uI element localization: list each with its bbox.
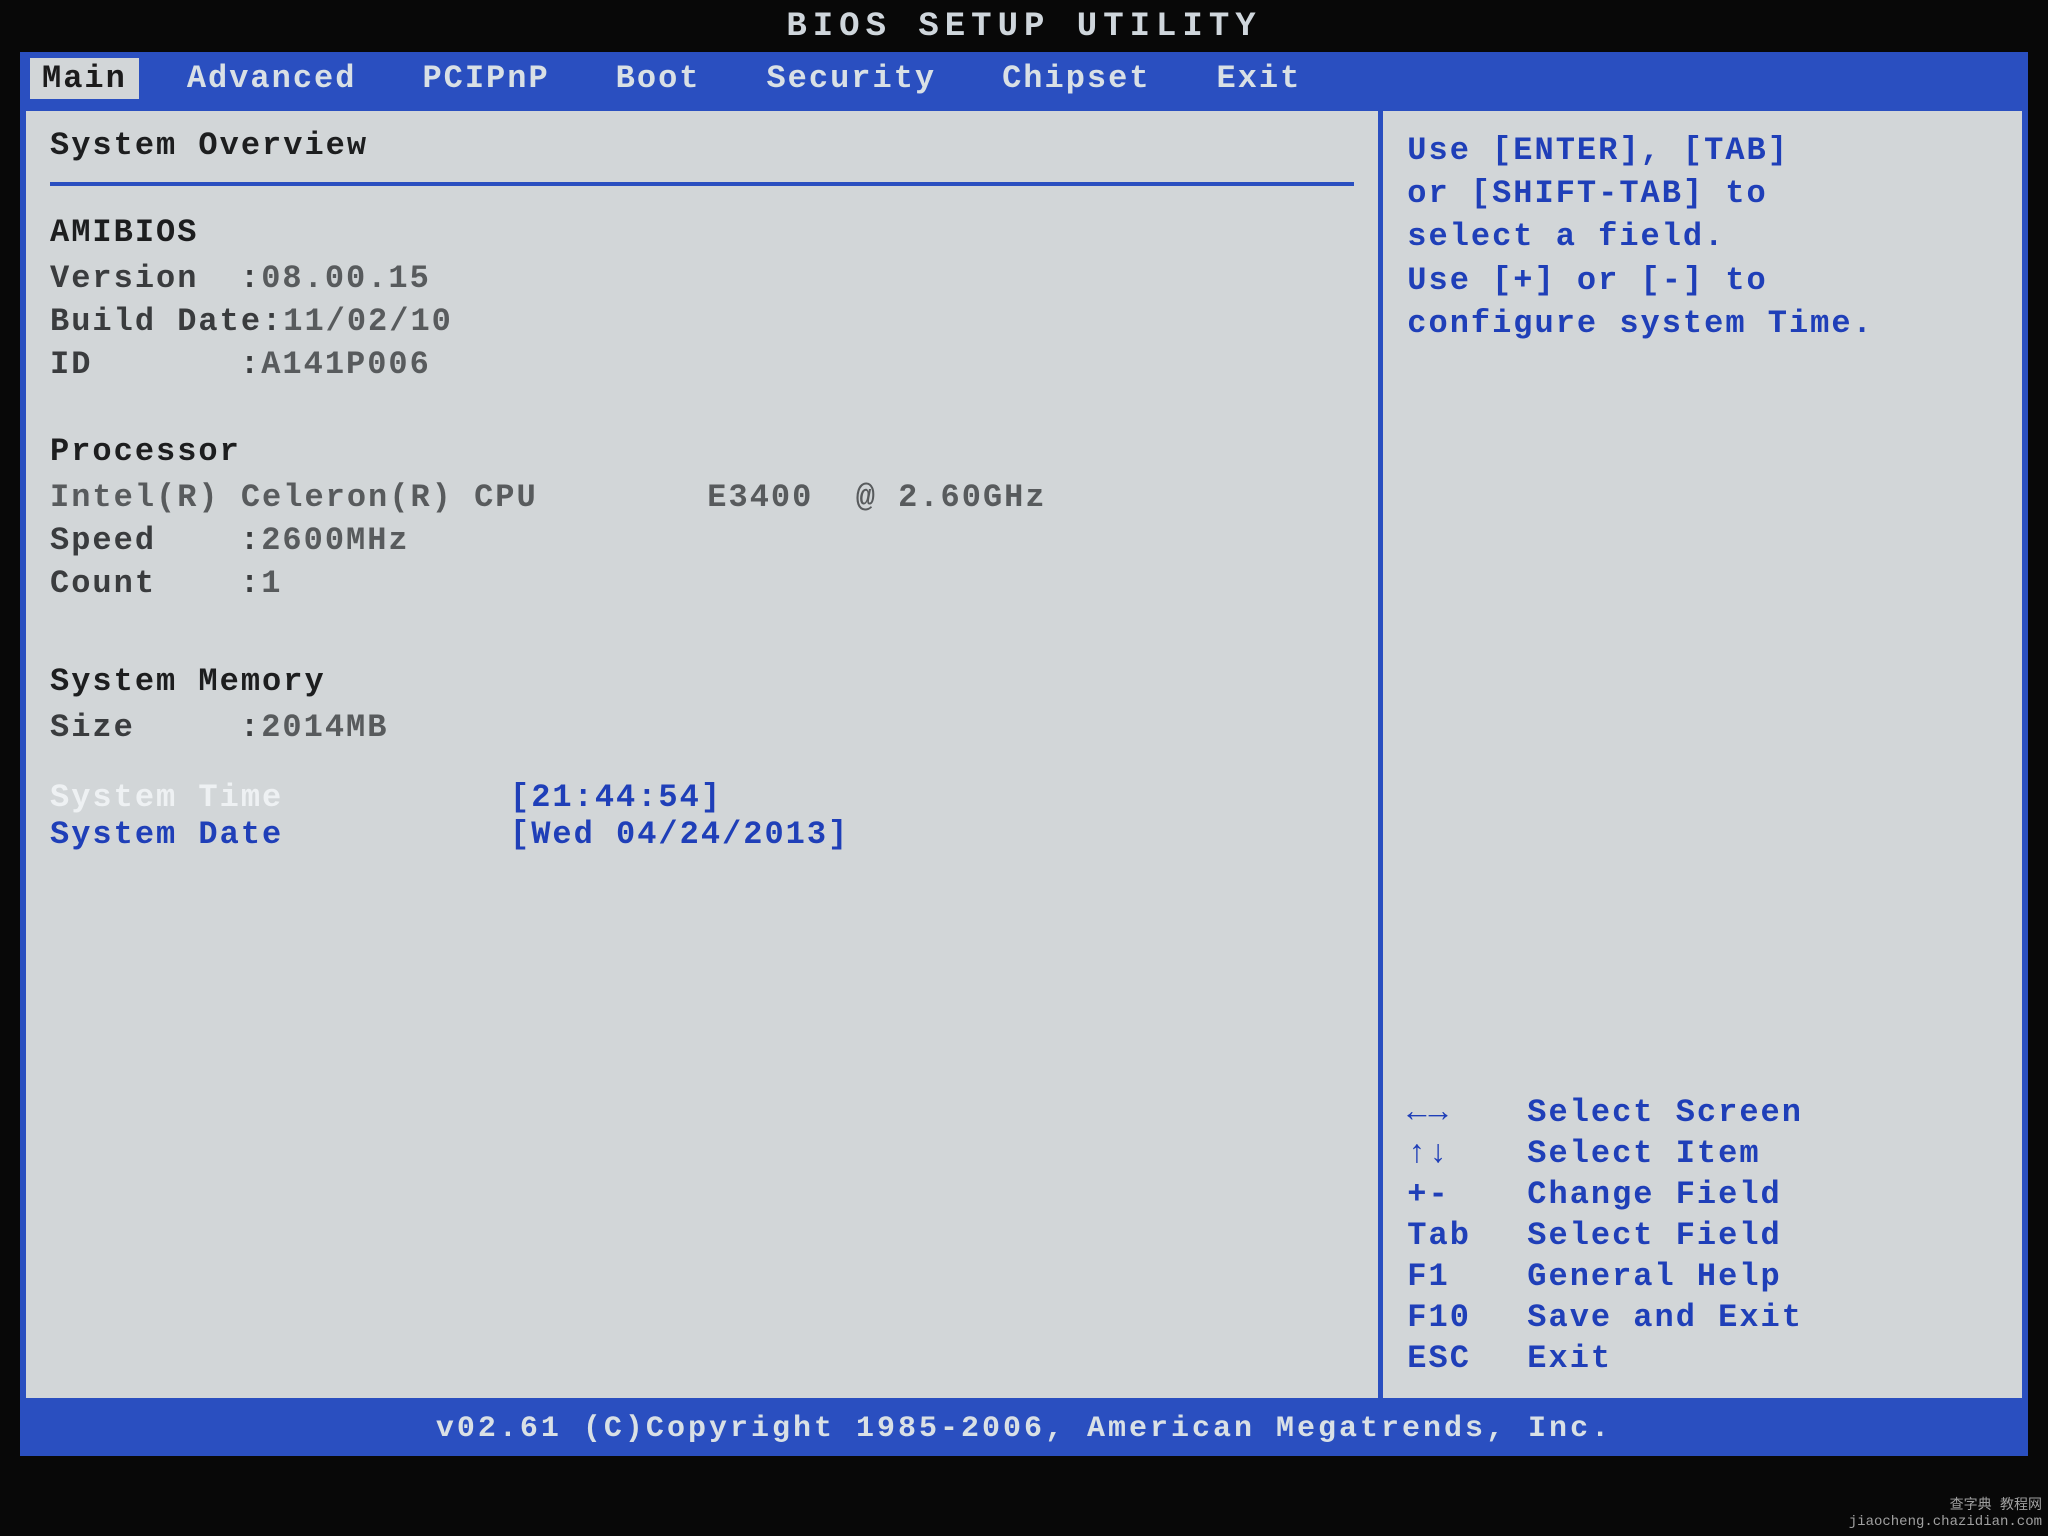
watermark: 查字典 教程网 jiaocheng.chazidian.com <box>1849 1499 2042 1530</box>
menu-tab-advanced[interactable]: Advanced <box>169 58 375 99</box>
help-key-row: ESC Exit <box>1407 1339 1998 1380</box>
help-key: ESC <box>1407 1339 1527 1380</box>
menu-tab-security[interactable]: Security <box>748 58 954 99</box>
memory-size-row: Size : 2014MB <box>50 706 1354 749</box>
divider <box>50 182 1354 186</box>
help-key: F10 <box>1407 1298 1527 1339</box>
processor-count-value: 1 <box>261 562 282 605</box>
bios-screen: BIOS SETUP UTILITY Main Advanced PCIPnP … <box>20 0 2028 1456</box>
processor-speed-row: Speed : 2600MHz <box>50 519 1354 562</box>
processor-name: Intel(R) Celeron(R) CPU E3400 @ 2.60GHz <box>50 476 1354 519</box>
menu-tab-exit[interactable]: Exit <box>1199 58 1320 99</box>
help-line: Use [+] or [-] to <box>1407 259 1998 302</box>
amibios-version-label: Version <box>50 257 240 300</box>
footer-copyright: v02.61 (C)Copyright 1985-2006, American … <box>20 1404 2028 1456</box>
system-time-label: System Time <box>50 779 510 816</box>
system-time-value[interactable]: [21:44:54] <box>510 779 722 816</box>
help-key-row: ←→ Select Screen <box>1407 1093 1998 1134</box>
processor-count-row: Count : 1 <box>50 562 1354 605</box>
section-title: System Overview <box>50 127 1354 164</box>
system-date-row[interactable]: System Date [Wed 04/24/2013] <box>50 816 1354 853</box>
memory-size-label: Size <box>50 706 240 749</box>
menu-tab-pcipnp[interactable]: PCIPnP <box>404 58 567 99</box>
processor-count-label: Count <box>50 562 240 605</box>
help-line: Use [ENTER], [TAB] <box>1407 129 1998 172</box>
processor-speed-label: Speed <box>50 519 240 562</box>
amibios-builddate-value: 11/02/10 <box>283 300 453 343</box>
help-key-row: +- Change Field <box>1407 1175 1998 1216</box>
help-key: ←→ <box>1407 1093 1527 1134</box>
help-line: or [SHIFT-TAB] to <box>1407 172 1998 215</box>
help-key-row: Tab Select Field <box>1407 1216 1998 1257</box>
help-key: +- <box>1407 1175 1527 1216</box>
watermark-line: 查字典 教程网 <box>1849 1499 2042 1514</box>
menu-tab-main[interactable]: Main <box>30 58 139 99</box>
memory-size-value: 2014MB <box>261 706 388 749</box>
menu-tab-chipset[interactable]: Chipset <box>984 58 1168 99</box>
help-keys: ←→ Select Screen ↑↓ Select Item +- Chang… <box>1407 1093 1998 1380</box>
menu-bar: Main Advanced PCIPnP Boot Security Chips… <box>20 52 2028 105</box>
amibios-id-label: ID <box>50 343 240 386</box>
help-key-row: ↑↓ Select Item <box>1407 1134 1998 1175</box>
help-key-desc: Select Field <box>1527 1216 1781 1257</box>
help-key-desc: Select Item <box>1527 1134 1760 1175</box>
amibios-id-row: ID : A141P006 <box>50 343 1354 386</box>
system-date-value[interactable]: [Wed 04/24/2013] <box>510 816 849 853</box>
amibios-builddate-row: Build Date : 11/02/10 <box>50 300 1354 343</box>
content-area: System Overview AMIBIOS Version : 08.00.… <box>20 105 2028 1404</box>
help-key-row: F10 Save and Exit <box>1407 1298 1998 1339</box>
system-time-row[interactable]: System Time [21:44:54] <box>50 779 1354 816</box>
processor-speed-value: 2600MHz <box>261 519 409 562</box>
amibios-builddate-label: Build Date <box>50 300 262 343</box>
processor-heading: Processor <box>50 433 1354 470</box>
help-key: F1 <box>1407 1257 1527 1298</box>
help-pane: Use [ENTER], [TAB] or [SHIFT-TAB] to sel… <box>1383 111 2022 1398</box>
menu-tab-boot[interactable]: Boot <box>598 58 719 99</box>
system-date-label: System Date <box>50 816 510 853</box>
window-title: BIOS SETUP UTILITY <box>20 0 2028 52</box>
memory-heading: System Memory <box>50 663 1354 700</box>
amibios-version-row: Version : 08.00.15 <box>50 257 1354 300</box>
help-key-desc: Select Screen <box>1527 1093 1803 1134</box>
help-key-desc: Change Field <box>1527 1175 1781 1216</box>
help-line: configure system Time. <box>1407 302 1998 345</box>
amibios-version-value: 08.00.15 <box>261 257 431 300</box>
help-key-desc: Save and Exit <box>1527 1298 1803 1339</box>
help-key: Tab <box>1407 1216 1527 1257</box>
help-key-row: F1 General Help <box>1407 1257 1998 1298</box>
help-text: Use [ENTER], [TAB] or [SHIFT-TAB] to sel… <box>1407 129 1998 345</box>
help-key-desc: General Help <box>1527 1257 1781 1298</box>
help-line: select a field. <box>1407 215 1998 258</box>
help-key-desc: Exit <box>1527 1339 1612 1380</box>
main-pane: System Overview AMIBIOS Version : 08.00.… <box>26 111 1383 1398</box>
watermark-line: jiaocheng.chazidian.com <box>1849 1515 2042 1530</box>
help-key: ↑↓ <box>1407 1134 1527 1175</box>
amibios-heading: AMIBIOS <box>50 214 1354 251</box>
amibios-id-value: A141P006 <box>261 343 431 386</box>
